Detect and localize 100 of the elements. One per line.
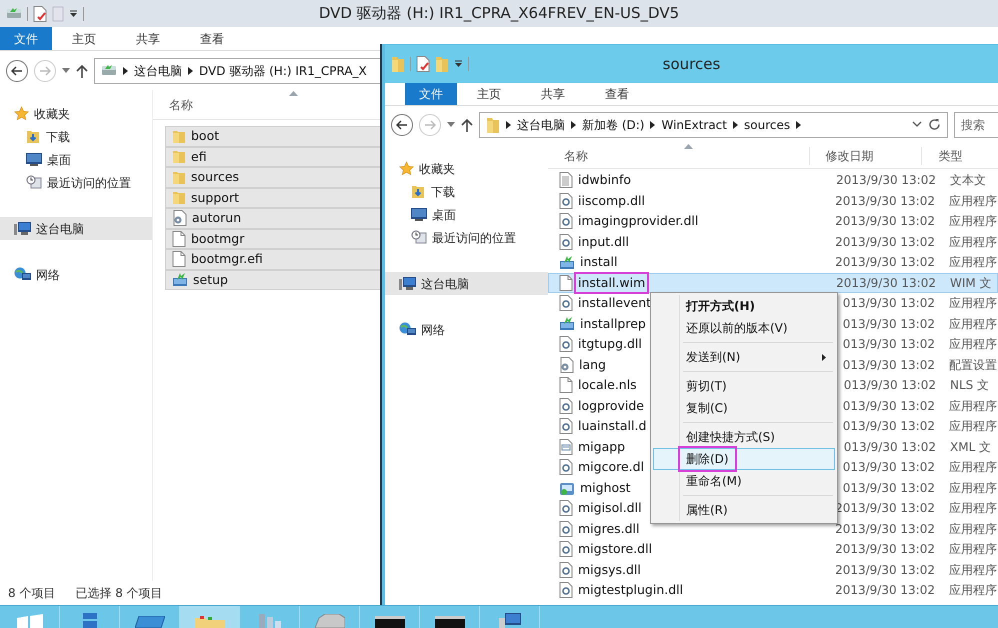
nav-item[interactable]: 收藏夹 <box>385 157 548 180</box>
ribbon-tab[interactable]: 文件 <box>405 83 457 105</box>
selected-row[interactable]: sources <box>165 167 381 188</box>
file-name[interactable]: migcore.dl <box>574 456 648 478</box>
menu-item[interactable]: 创建快捷方式(S) <box>653 426 835 448</box>
breadcrumb-item[interactable]: 新加卷 (D:) <box>582 116 644 134</box>
ribbon-tab[interactable]: 查看 <box>585 83 649 105</box>
file-name[interactable]: itgtupg.dll <box>574 333 646 356</box>
selected-row[interactable]: efi <box>165 146 381 167</box>
file-name[interactable]: imagingprovider.dll <box>574 210 702 232</box>
breadcrumb-item[interactable]: WinExtract <box>661 116 727 134</box>
file-name[interactable]: idwbinfo <box>574 169 636 192</box>
file-name[interactable]: lang <box>575 354 610 376</box>
ribbon-tab[interactable]: 主页 <box>52 27 116 50</box>
selected-row[interactable]: install.wim 2013/9/30 13:02 WIM 文 <box>548 272 998 293</box>
breadcrumb-arrow-icon[interactable] <box>650 120 656 128</box>
ribbon-tab[interactable]: 文件 <box>0 27 52 50</box>
menu-item[interactable]: 复制(C) <box>653 397 835 419</box>
nav-item[interactable]: 收藏夹 <box>0 102 152 125</box>
column-header[interactable]: 修改日期 <box>810 146 922 164</box>
ribbon-tab[interactable]: 主页 <box>457 83 521 105</box>
nav-item[interactable]: 最近访问的位置 <box>0 171 152 194</box>
file-name[interactable]: migstore.dll <box>574 538 656 560</box>
file-name[interactable]: migisol.dll <box>574 497 646 520</box>
file-name[interactable]: locale.nls <box>574 374 641 396</box>
search-field[interactable]: 搜索 <box>954 112 998 138</box>
menu-item[interactable]: 属性(R) <box>653 499 835 521</box>
file-name[interactable]: migres.dll <box>574 518 644 540</box>
properties-icon[interactable] <box>33 6 47 22</box>
ribbon-tab[interactable]: 查看 <box>180 27 244 50</box>
file-name[interactable]: iiscomp.dll <box>574 190 649 212</box>
nav-item[interactable]: 网络 <box>0 263 152 286</box>
refresh-icon[interactable] <box>928 118 941 131</box>
selected-row[interactable]: support <box>165 188 381 208</box>
nav-item[interactable]: 这台电脑 <box>0 217 152 240</box>
breadcrumb-item[interactable]: 这台电脑 <box>134 62 182 80</box>
settings-file-icon <box>559 356 574 373</box>
selected-row[interactable]: autorun <box>165 208 381 228</box>
file-name[interactable]: bootmgr <box>187 228 248 250</box>
breadcrumb-arrow-icon[interactable] <box>506 120 511 128</box>
breadcrumb-arrow-icon[interactable] <box>571 120 576 128</box>
breadcrumb-arrow-icon[interactable] <box>123 66 128 74</box>
dropdown-icon[interactable] <box>912 121 922 128</box>
star-icon <box>14 106 29 121</box>
nav-item[interactable]: 下载 <box>0 125 152 148</box>
ribbon-tab[interactable]: 共享 <box>521 83 585 105</box>
customize-dropdown-icon[interactable] <box>454 60 463 68</box>
ribbon-tab[interactable]: 共享 <box>116 27 180 50</box>
file-name[interactable]: mighost <box>576 476 635 499</box>
breadcrumb-arrow-icon[interactable] <box>188 66 193 74</box>
menu-item[interactable]: 打开方式(H) <box>653 295 835 317</box>
selected-row[interactable]: bootmgr <box>165 228 381 249</box>
nav-item[interactable]: 最近访问的位置 <box>385 226 548 249</box>
file-name[interactable]: boot <box>187 125 224 148</box>
recent-places-icon <box>26 175 42 190</box>
file-name[interactable]: efi <box>187 146 211 168</box>
file-name[interactable]: sources <box>187 166 244 188</box>
address-bar[interactable]: 这台电脑 新加卷 (D:) WinExtract sources <box>479 112 948 138</box>
file-name[interactable]: setup <box>189 268 232 291</box>
nav-item[interactable]: 桌面 <box>385 203 548 226</box>
file-name[interactable]: autorun <box>188 207 246 230</box>
file-name[interactable]: logprovide <box>574 394 648 417</box>
nav-item[interactable]: 网络 <box>385 318 548 341</box>
selected-row[interactable]: setup <box>165 270 381 290</box>
nav-item[interactable]: 桌面 <box>0 148 152 171</box>
up-arrow-icon[interactable] <box>76 64 88 78</box>
file-name[interactable]: migsys.dll <box>574 558 645 581</box>
properties-icon[interactable] <box>416 56 430 72</box>
folder-icon <box>486 116 500 134</box>
breadcrumb-item[interactable]: 这台电脑 <box>517 116 565 134</box>
file-name[interactable]: support <box>187 186 243 209</box>
column-header[interactable]: 类型 <box>922 146 998 164</box>
back-button[interactable] <box>391 114 413 136</box>
recent-locations-dropdown-icon[interactable] <box>62 68 70 73</box>
column-header[interactable]: 名称 <box>169 96 193 114</box>
menu-item[interactable]: 删除(D) <box>653 448 835 470</box>
file-name[interactable]: installprep <box>576 312 650 335</box>
breadcrumb-arrow-icon[interactable] <box>733 120 738 128</box>
file-name[interactable]: bootmgr.efi <box>187 248 267 270</box>
breadcrumb-arrow-icon[interactable] <box>796 120 802 128</box>
breadcrumb-item[interactable]: DVD 驱动器 (H:) IR1_CPRA_X <box>199 62 367 80</box>
menu-item[interactable]: 重命名(M) <box>653 470 835 492</box>
file-name[interactable]: luainstall.d <box>574 415 650 438</box>
customize-dropdown-icon[interactable] <box>69 10 78 18</box>
nav-item[interactable]: 这台电脑 <box>385 272 548 295</box>
menu-item[interactable]: 还原以前的版本(V) <box>653 317 835 339</box>
menu-item[interactable]: 发送到(N) <box>653 346 835 368</box>
file-name[interactable]: install.wim <box>574 272 650 294</box>
selected-row[interactable]: bootmgr.efi <box>165 249 381 270</box>
file-name[interactable]: migapp <box>574 436 630 458</box>
back-button[interactable] <box>6 60 28 82</box>
file-name[interactable]: migtestplugin.dll <box>574 579 688 602</box>
selected-row[interactable]: boot <box>165 126 381 146</box>
recent-locations-dropdown-icon[interactable] <box>447 122 455 127</box>
file-name[interactable]: install <box>576 251 622 274</box>
menu-item[interactable]: 剪切(T) <box>653 375 835 397</box>
up-arrow-icon[interactable] <box>461 118 473 132</box>
breadcrumb-item[interactable]: sources <box>744 116 790 134</box>
file-name[interactable]: input.dll <box>574 230 634 253</box>
nav-item[interactable]: 下载 <box>385 180 548 203</box>
